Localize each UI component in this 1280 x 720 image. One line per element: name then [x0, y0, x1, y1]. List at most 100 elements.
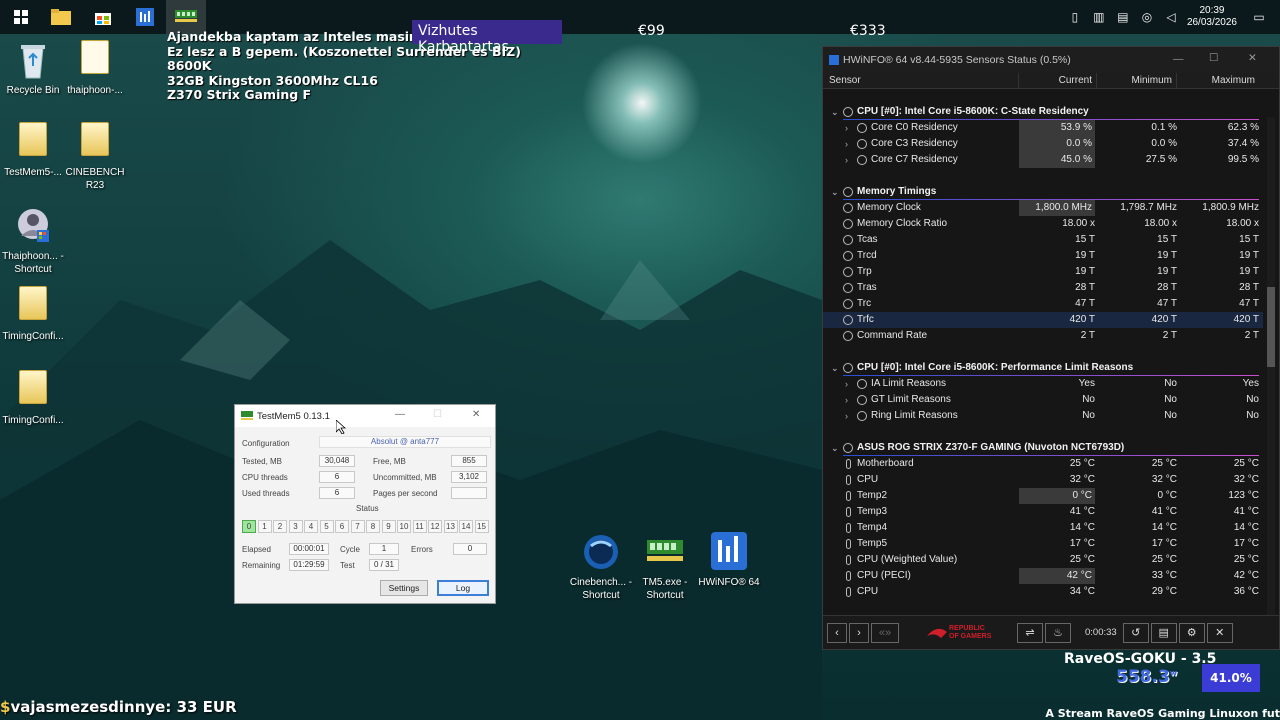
- hwinfo-titlebar[interactable]: HWiNFO® 64 v8.44-5935 Sensors Status (0.…: [823, 47, 1279, 73]
- globe-icon[interactable]: ◎: [1138, 8, 1156, 26]
- sensor-row[interactable]: › Core C0 Residency 53.9 % 0.1 % 62.3 %: [823, 120, 1263, 136]
- sensor-row[interactable]: Command Rate 2 T 2 T 2 T: [823, 328, 1263, 344]
- sensor-row[interactable]: Motherboard 25 °C 25 °C 25 °C: [823, 456, 1263, 472]
- sensor-row[interactable]: Temp2 0 °C 0 °C 123 °C: [823, 488, 1263, 504]
- close-icon[interactable]: ✕: [1248, 52, 1257, 64]
- maximize-icon[interactable]: ☐: [1209, 52, 1218, 64]
- collapse-arrow-icon[interactable]: ⌄: [831, 360, 839, 376]
- configuration-value[interactable]: Absolut @ anta777: [319, 436, 491, 448]
- sensor-row[interactable]: Temp5 17 °C 17 °C 17 °C: [823, 536, 1263, 552]
- sensor-row[interactable]: CPU (PECI) 42 °C 33 °C 42 °C: [823, 568, 1263, 584]
- collapse-arrow-icon[interactable]: ⌄: [831, 440, 839, 456]
- close-icon[interactable]: ✕: [472, 409, 480, 420]
- sensor-settings-icon[interactable]: ♨: [1045, 622, 1071, 643]
- sensor-row[interactable]: Temp3 41 °C 41 °C 41 °C: [823, 504, 1263, 520]
- windows-start-icon[interactable]: [8, 4, 34, 30]
- sensor-minimum-value: 19 T: [1157, 266, 1177, 277]
- scrollbar-thumb[interactable]: [1267, 287, 1275, 367]
- expand-arrow-icon[interactable]: ›: [845, 408, 848, 424]
- desktop-icon-timingconfig-1[interactable]: TimingConfi...: [0, 286, 66, 343]
- desktop-icon-label: CINEBENCH R23: [65, 167, 125, 191]
- desktop-icon-recycle-bin[interactable]: Recycle Bin: [0, 40, 66, 97]
- raveos-ticker: A Stream RaveOS Gaming Linuxon fut: [1045, 707, 1280, 720]
- sensor-row[interactable]: › Core C3 Residency 0.0 % 0.0 % 37.4 %: [823, 136, 1263, 152]
- sensor-row[interactable]: CPU 34 °C 29 °C 36 °C: [823, 584, 1263, 600]
- expand-arrow-icon[interactable]: ›: [845, 376, 848, 392]
- shortcut-hwinfo[interactable]: HWiNFO® 64: [694, 530, 764, 589]
- shortcut-tm5[interactable]: TM5.exe - Shortcut: [630, 532, 700, 602]
- uncommitted-value: 3,102: [451, 471, 487, 483]
- sensor-row[interactable]: Temp4 14 °C 14 °C 14 °C: [823, 520, 1263, 536]
- sensor-row[interactable]: Trc 47 T 47 T 47 T: [823, 296, 1263, 312]
- hwinfo-taskbar-icon[interactable]: [132, 4, 158, 30]
- status-label: Status: [356, 504, 379, 513]
- sensor-row[interactable]: Memory Clock Ratio 18.00 x 18.00 x 18.00 x: [823, 216, 1263, 232]
- minimize-icon[interactable]: —: [395, 409, 405, 420]
- usb-icon[interactable]: ▯: [1066, 8, 1084, 26]
- col-current[interactable]: Current: [1019, 73, 1097, 88]
- sensor-name: Trcd: [857, 250, 877, 261]
- sensor-row[interactable]: › Core C7 Residency 45.0 % 27.5 % 99.5 %: [823, 152, 1263, 168]
- reset-icon[interactable]: ↺: [1122, 622, 1149, 643]
- sensor-row[interactable]: Memory Clock 1,800.0 MHz 1,798.7 MHz 1,800.…: [823, 200, 1263, 216]
- collapse-arrow-icon[interactable]: ⌄: [831, 184, 839, 200]
- sensor-group-header[interactable]: ⌄ CPU [#0]: Intel Core i5-8600K: Performa…: [823, 360, 1263, 376]
- scrollbar[interactable]: [1267, 117, 1275, 637]
- minimize-icon[interactable]: —: [1173, 53, 1184, 65]
- sensor-group-header[interactable]: ⌄ CPU [#0]: Intel Core i5-8600K: C-State …: [823, 104, 1263, 120]
- sensor-group-header[interactable]: ⌄ ASUS ROG STRIX Z370-F GAMING (Nuvoton N…: [823, 440, 1263, 456]
- desktop-icon-testmem5[interactable]: TestMem5-...: [0, 122, 66, 179]
- close-sensors-icon[interactable]: ✕: [1206, 622, 1233, 643]
- hwinfo-window[interactable]: HWiNFO® 64 v8.44-5935 Sensors Status (0.…: [822, 46, 1280, 650]
- col-maximum[interactable]: Maximum: [1177, 73, 1259, 88]
- sensor-row[interactable]: CPU 32 °C 32 °C 32 °C: [823, 472, 1263, 488]
- sensor-maximum-value: No: [1246, 394, 1259, 405]
- expand-arrow-icon[interactable]: ›: [845, 136, 848, 152]
- expand-arrow-icon[interactable]: ›: [845, 152, 848, 168]
- collapse-icon[interactable]: «»: [871, 622, 899, 643]
- file-explorer-icon[interactable]: [48, 4, 74, 30]
- prev-icon[interactable]: ‹: [827, 622, 847, 643]
- volume-icon[interactable]: ◁: [1162, 8, 1180, 26]
- cpu-threads-label: CPU threads: [242, 473, 288, 482]
- gear-icon[interactable]: ⚙: [1178, 622, 1205, 643]
- sensor-row[interactable]: Trp 19 T 19 T 19 T: [823, 264, 1263, 280]
- testmem5-titlebar[interactable]: TestMem5 0.13.1 — ☐ ✕: [235, 405, 495, 427]
- desktop-icon-thaiphoon-shortcut[interactable]: Thaiphoon... - Shortcut: [0, 206, 66, 276]
- sensor-row[interactable]: Trcd 19 T 19 T 19 T: [823, 248, 1263, 264]
- collapse-arrow-icon[interactable]: ⌄: [831, 104, 839, 120]
- network-icon[interactable]: ▤: [1114, 8, 1132, 26]
- sensor-current-value: 25 °C: [1069, 554, 1095, 565]
- notification-icon[interactable]: ▭: [1250, 8, 1268, 26]
- sensor-row[interactable]: Trfc 420 T 420 T 420 T: [823, 312, 1263, 328]
- sensor-row[interactable]: CPU (Weighted Value) 25 °C 25 °C 25 °C: [823, 552, 1263, 568]
- hwinfo-tray-icon[interactable]: ▥: [1090, 8, 1108, 26]
- col-sensor[interactable]: Sensor: [823, 73, 1019, 88]
- sensor-row[interactable]: › Ring Limit Reasons No No No: [823, 408, 1263, 424]
- testmem5-window[interactable]: TestMem5 0.13.1 — ☐ ✕ Configuration Abso…: [234, 404, 496, 604]
- desktop-icon-timingconfig-2[interactable]: TimingConfi...: [0, 370, 66, 427]
- taskbar-clock[interactable]: 20:39 26/03/2026: [1187, 5, 1237, 29]
- shortcut-cinebench[interactable]: Cinebench... - Shortcut: [566, 532, 636, 602]
- settings-button[interactable]: Settings: [380, 580, 428, 596]
- log-button[interactable]: Log: [437, 580, 489, 596]
- log-file-icon[interactable]: ▤: [1150, 622, 1177, 643]
- sensor-row[interactable]: › IA Limit Reasons Yes No Yes: [823, 376, 1263, 392]
- sensor-row[interactable]: Tras 28 T 28 T 28 T: [823, 280, 1263, 296]
- status-cell: 0: [242, 520, 256, 533]
- sensor-row[interactable]: › GT Limit Reasons No No No: [823, 392, 1263, 408]
- sensor-name: Memory Clock Ratio: [857, 218, 948, 229]
- maximize-icon[interactable]: ☐: [433, 409, 442, 420]
- network-share-icon[interactable]: ⇌: [1017, 622, 1043, 643]
- desktop-icon-cinebench[interactable]: CINEBENCH R23: [62, 122, 128, 192]
- next-icon[interactable]: ›: [849, 622, 869, 643]
- sensor-group-header[interactable]: ⌄ Memory Timings: [823, 184, 1263, 200]
- expand-arrow-icon[interactable]: ›: [845, 392, 848, 408]
- store-icon[interactable]: [90, 4, 116, 30]
- sensor-maximum-value: 19 T: [1239, 250, 1259, 261]
- tm5-icon: [647, 540, 683, 561]
- col-minimum[interactable]: Minimum: [1097, 73, 1177, 88]
- sensor-row[interactable]: Tcas 15 T 15 T 15 T: [823, 232, 1263, 248]
- desktop-icon-thaiphoon[interactable]: thaiphoon-...: [62, 40, 128, 97]
- expand-arrow-icon[interactable]: ›: [845, 120, 848, 136]
